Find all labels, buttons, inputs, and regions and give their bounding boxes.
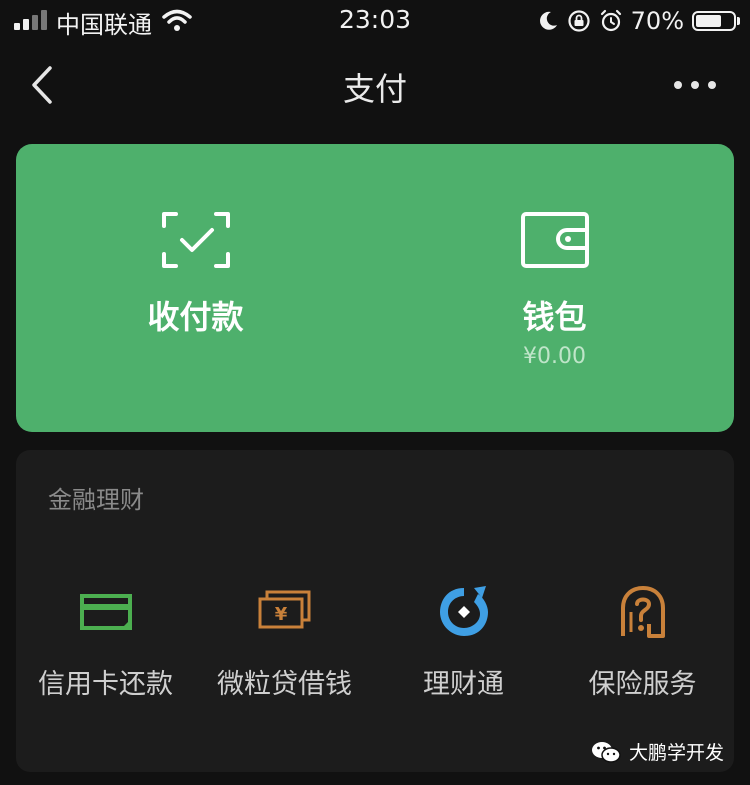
licaitong-label: 理财通 [423, 669, 504, 700]
alarm-icon [600, 9, 621, 32]
more-dots-icon[interactable] [670, 70, 720, 100]
credit-card-icon [79, 594, 132, 630]
battery-icon [692, 11, 740, 31]
insurance-service-button[interactable]: 保险服务 [553, 568, 732, 700]
wallet-label: 钱包 [522, 298, 587, 336]
page-title: 支付 [342, 70, 407, 108]
svg-text:¥: ¥ [274, 604, 287, 625]
wechat-icon [591, 741, 621, 763]
battery-percent: 70% [630, 7, 684, 35]
nav-bar: 支付 [0, 42, 750, 132]
finance-section-title: 金融理财 [48, 486, 144, 514]
weilidai-loan-label: 微粒贷借钱 [217, 669, 352, 700]
receive-pay-button[interactable]: 收付款 [16, 144, 375, 432]
watermark: 大鹏学开发 [591, 738, 724, 765]
licaitong-button[interactable]: 理财通 [374, 568, 553, 700]
payment-card: 收付款 钱包 ¥0.00 [16, 144, 734, 432]
receive-pay-label: 收付款 [147, 298, 244, 336]
weilidai-loan-button[interactable]: ¥ 微粒贷借钱 [195, 568, 374, 700]
scan-check-icon [161, 212, 230, 268]
wallet-balance: ¥0.00 [523, 344, 586, 369]
cash-bill-icon: ¥ [258, 590, 310, 629]
insurance-service-label: 保险服务 [588, 669, 697, 700]
moon-icon [539, 11, 557, 30]
watermark-text: 大鹏学开发 [628, 742, 724, 764]
battery-level-fill [696, 15, 722, 27]
wallet-icon [520, 212, 589, 268]
status-bar: 中国联通 23:03 70% [0, 0, 750, 42]
licaitong-icon [439, 586, 488, 636]
finance-section: 金融理财 信用卡还款 ¥ 微粒贷借钱 理财通 保险服务 [16, 450, 734, 772]
credit-card-repay-label: 信用卡还款 [38, 669, 173, 700]
credit-card-repay-button[interactable]: 信用卡还款 [16, 568, 195, 700]
wallet-button[interactable]: 钱包 ¥0.00 [375, 144, 734, 432]
rotation-lock-icon [568, 10, 590, 32]
insurance-icon [620, 586, 665, 638]
